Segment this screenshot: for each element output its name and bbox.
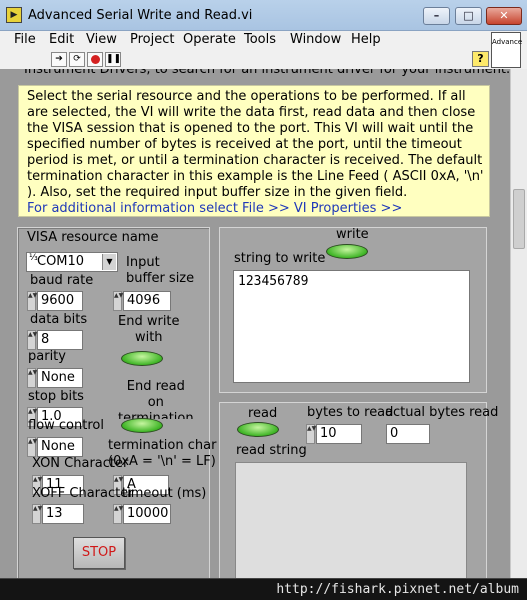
visa-resource-value: COM10 — [37, 254, 85, 269]
flow-control-spinner[interactable]: ▲▼ — [27, 437, 37, 457]
description-text: Select the serial resource and the opera… — [27, 89, 484, 199]
window-title: Advanced Serial Write and Read.vi — [28, 8, 253, 23]
end-read-label: End read on termination — [118, 379, 194, 419]
read-led-toggle[interactable] — [237, 422, 279, 437]
labview-app-icon: ▶ — [6, 7, 22, 23]
menu-bar: File Edit View Project Operate Tools Win… — [0, 31, 527, 51]
baud-rate-label: baud rate — [30, 273, 94, 288]
bytes-to-read-field[interactable]: 10 — [316, 424, 362, 444]
abort-icon[interactable] — [87, 52, 103, 67]
vi-icon: Advance — [491, 32, 522, 68]
data-bits-spinner[interactable]: ▲▼ — [27, 330, 37, 350]
run-arrow-icon[interactable]: ➔ — [51, 52, 67, 67]
xon-character-label: XON Character — [32, 456, 129, 471]
close-button[interactable]: ✕ — [486, 7, 522, 25]
xoff-character-label: XOFF Character — [32, 486, 134, 501]
menu-view[interactable]: View — [86, 32, 117, 47]
vertical-scrollbar[interactable] — [510, 69, 527, 578]
menu-project[interactable]: Project — [130, 32, 174, 47]
end-write-led-toggle[interactable] — [121, 351, 163, 366]
bytes-to-read-control[interactable]: ▲▼ 10 — [306, 424, 362, 444]
stop-button[interactable]: STOP — [73, 537, 125, 569]
read-string-indicator — [235, 462, 467, 578]
toolbar: ➔ ⟳ ❚❚ — [0, 51, 527, 69]
pause-icon[interactable]: ❚❚ — [105, 52, 121, 67]
context-help-icon[interactable]: ? — [472, 51, 489, 67]
parity-field[interactable]: None — [37, 368, 83, 388]
timeout-field[interactable]: 10000 — [123, 504, 171, 524]
menu-window[interactable]: Window — [290, 32, 341, 47]
parity-control[interactable]: ▲▼ None — [27, 368, 83, 388]
input-buffer-control[interactable]: ▲▼ 4096 — [113, 291, 171, 311]
baud-rate-field[interactable]: 9600 — [37, 291, 83, 311]
bytes-to-read-spinner[interactable]: ▲▼ — [306, 424, 316, 444]
data-bits-control[interactable]: ▲▼ 8 — [27, 330, 83, 350]
input-buffer-field[interactable]: 4096 — [123, 291, 171, 311]
xoff-character-field[interactable]: 13 — [42, 504, 84, 524]
cut-off-description-line: Instrument Drivers, to search for an ins… — [24, 69, 510, 77]
flow-control-label: flow control — [28, 418, 104, 433]
additional-info-link[interactable]: For additional information select File >… — [27, 201, 402, 216]
run-continuously-icon[interactable]: ⟳ — [69, 52, 85, 67]
menu-operate[interactable]: Operate — [183, 32, 236, 47]
baud-rate-control[interactable]: ▲▼ 9600 — [27, 291, 83, 311]
baud-rate-spinner[interactable]: ▲▼ — [27, 291, 37, 311]
title-bar: ▶ Advanced Serial Write and Read.vi – □ … — [0, 0, 527, 31]
xoff-character-control[interactable]: ▲▼ 13 — [32, 504, 84, 524]
maximize-button[interactable]: □ — [455, 7, 482, 25]
data-bits-label: data bits — [30, 312, 88, 327]
parity-spinner[interactable]: ▲▼ — [27, 368, 37, 388]
menu-help[interactable]: Help — [351, 32, 381, 47]
stop-bits-label: stop bits — [28, 389, 84, 404]
menu-tools[interactable]: Tools — [244, 32, 276, 47]
data-bits-field[interactable]: 8 — [37, 330, 83, 350]
watermark-url: http://fishark.pixnet.net/album — [276, 582, 519, 597]
parity-label: parity — [28, 349, 66, 364]
timeout-label: timeout (ms) — [122, 486, 207, 501]
description-box: Select the serial resource and the opera… — [18, 85, 490, 217]
visa-resource-selector[interactable]: ⅓ COM10 ▼ — [26, 252, 118, 272]
read-label: read — [248, 406, 278, 421]
bytes-to-read-label: bytes to read — [307, 405, 394, 420]
actual-bytes-read-label: actual bytes read — [385, 405, 499, 420]
end-write-label: End write with — [118, 314, 180, 345]
bottom-strip: http://fishark.pixnet.net/album — [0, 578, 527, 600]
input-buffer-label: Input buffer size — [126, 255, 195, 286]
string-to-write-input[interactable]: 123456789 — [233, 270, 470, 383]
flow-control-field[interactable]: None — [37, 437, 83, 457]
front-panel: Instrument Drivers, to search for an ins… — [0, 69, 510, 578]
scrollbar-thumb[interactable] — [513, 189, 525, 249]
timeout-control[interactable]: ▲▼ 10000 — [113, 504, 171, 524]
menu-file[interactable]: File — [14, 32, 36, 47]
menu-edit[interactable]: Edit — [49, 32, 74, 47]
read-string-label: read string — [236, 443, 307, 458]
write-led-toggle[interactable] — [326, 244, 368, 259]
timeout-spinner[interactable]: ▲▼ — [113, 504, 123, 524]
write-label: write — [336, 227, 369, 242]
end-read-led-toggle[interactable] — [121, 418, 163, 433]
visa-resource-label: VISA resource name — [27, 230, 159, 245]
input-buffer-spinner[interactable]: ▲▼ — [113, 291, 123, 311]
xoff-spinner[interactable]: ▲▼ — [32, 504, 42, 524]
actual-bytes-read-indicator: 0 — [386, 424, 430, 444]
string-to-write-label: string to write — [234, 251, 326, 266]
dropdown-arrow-icon[interactable]: ▼ — [102, 254, 116, 270]
flow-control-control[interactable]: ▲▼ None — [27, 437, 83, 457]
minimize-button[interactable]: – — [423, 7, 450, 25]
